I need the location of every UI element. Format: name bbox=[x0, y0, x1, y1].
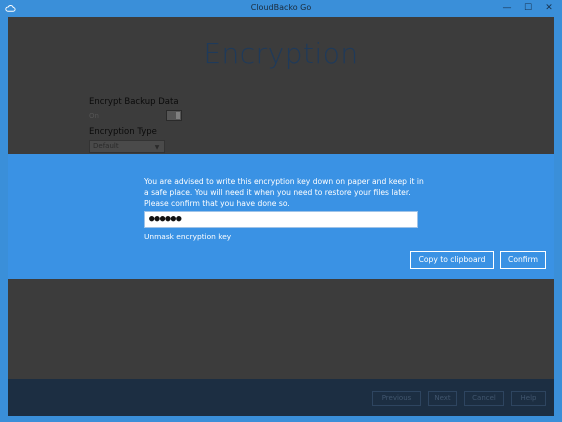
encryption-type-value: Default bbox=[93, 142, 119, 150]
help-button[interactable]: Help bbox=[511, 391, 546, 406]
cancel-button[interactable]: Cancel bbox=[464, 391, 504, 406]
chevron-down-icon: ▼ bbox=[154, 144, 160, 151]
encryption-key-field[interactable]: ●●●●●● bbox=[144, 211, 418, 228]
copy-to-clipboard-button[interactable]: Copy to clipboard bbox=[410, 251, 494, 269]
encrypt-toggle[interactable] bbox=[166, 110, 182, 121]
app-window: CloudBacko Go — ☐ ✕ Encryption Encrypt B… bbox=[0, 0, 562, 422]
encryption-type-label: Encryption Type bbox=[89, 127, 157, 137]
title-bar[interactable]: CloudBacko Go — ☐ ✕ bbox=[0, 0, 562, 17]
next-button[interactable]: Next bbox=[428, 391, 457, 406]
encryption-key-dialog: You are advised to write this encryption… bbox=[8, 154, 554, 279]
window-title: CloudBacko Go bbox=[250, 3, 312, 12]
dialog-message: You are advised to write this encryption… bbox=[144, 177, 424, 208]
page-title: Encryption bbox=[203, 37, 359, 70]
maximize-button[interactable]: ☐ bbox=[518, 0, 538, 17]
previous-button[interactable]: Previous bbox=[372, 391, 421, 406]
unmask-key-link[interactable]: Unmask encryption key bbox=[144, 232, 231, 241]
toggle-state-label: On bbox=[89, 112, 99, 120]
encrypt-backup-label: Encrypt Backup Data bbox=[89, 97, 179, 107]
confirm-button[interactable]: Confirm bbox=[500, 251, 546, 269]
window-border bbox=[0, 416, 562, 422]
minimize-button[interactable]: — bbox=[497, 0, 517, 17]
encryption-type-select[interactable]: Default ▼ bbox=[89, 140, 165, 153]
footer-bar: Previous Next Cancel Help bbox=[8, 379, 554, 416]
client-area: Encryption Encrypt Backup Data On Encryp… bbox=[8, 17, 554, 416]
close-button[interactable]: ✕ bbox=[539, 0, 559, 17]
